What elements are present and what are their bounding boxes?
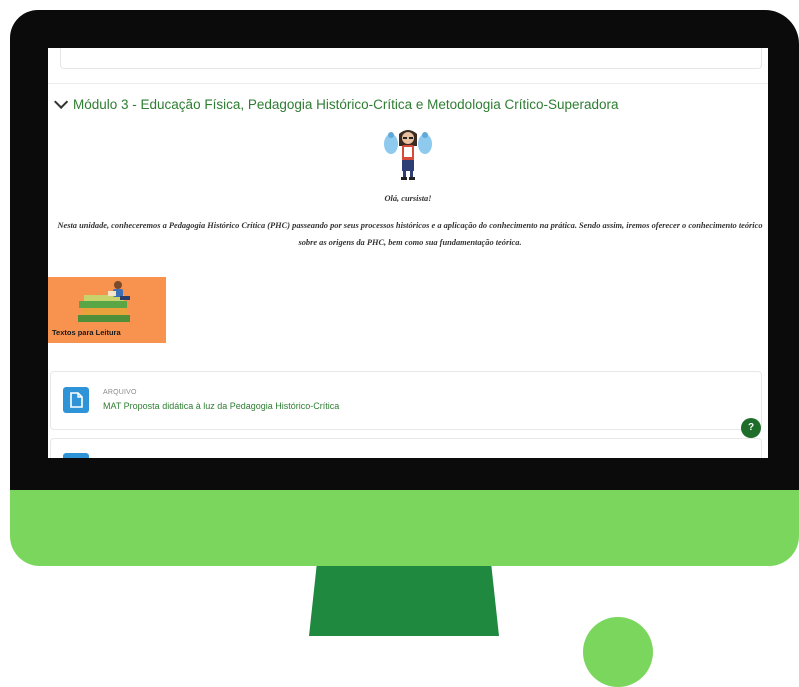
chevron-down-icon[interactable] [54, 94, 69, 109]
monitor-chin [10, 490, 799, 566]
teacher-avatar-icon [384, 130, 432, 180]
section-header[interactable]: Módulo 3 - Educação Física, Pedagogia Hi… [54, 94, 619, 113]
intro-text: Nesta unidade, conheceremos a Pedagogia … [57, 221, 763, 247]
greeting-text: Olá, cursista! [384, 194, 432, 203]
banner-label: Textos para Leitura [52, 328, 121, 337]
section-divider [48, 83, 768, 84]
activity-type: ARQUIVO [103, 389, 137, 396]
screen-content: Módulo 3 - Educação Física, Pedagogia Hi… [48, 48, 768, 458]
activity-next[interactable] [50, 438, 762, 458]
book-stack-icon [78, 281, 130, 322]
section-title[interactable]: Módulo 3 - Educação Física, Pedagogia Hi… [73, 97, 619, 112]
document-icon [70, 392, 83, 408]
decorative-circle [583, 617, 653, 687]
reading-texts-banner[interactable]: Textos para Leitura [48, 277, 166, 343]
file-icon[interactable] [63, 387, 89, 413]
file-icon[interactable] [63, 453, 89, 458]
help-button[interactable]: ? [741, 418, 761, 438]
activity-title-link[interactable]: MAT Proposta didática à luz da Pedagogia… [103, 401, 339, 411]
activity-file[interactable]: ARQUIVO MAT Proposta didática à luz da P… [50, 371, 762, 430]
previous-section-card [60, 48, 762, 69]
monitor-stand [309, 566, 499, 636]
